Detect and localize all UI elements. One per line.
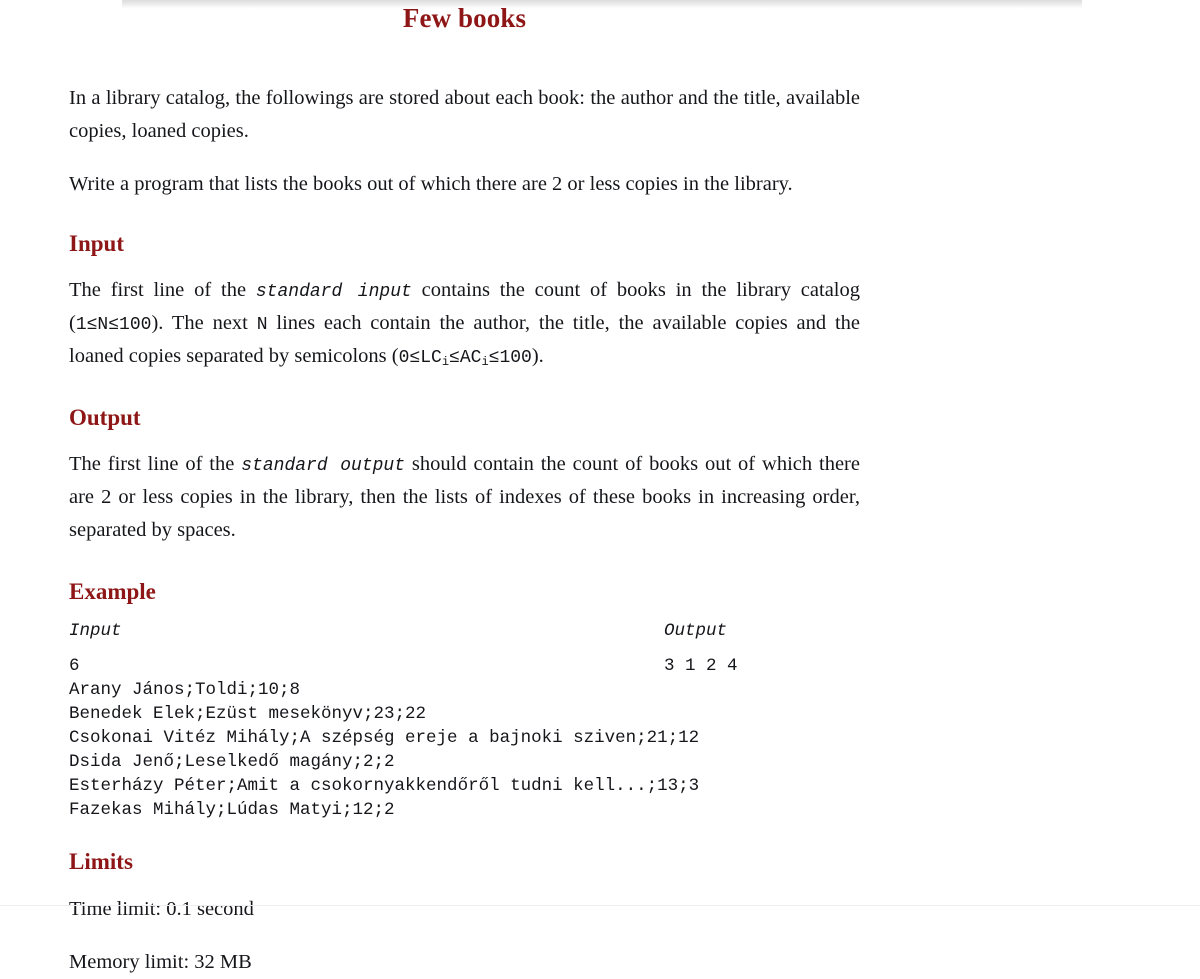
example-block: Input Output 6 Arany János;Toldi;10;8 Be…: [69, 620, 860, 823]
section-heading-output: Output: [69, 405, 141, 431]
constraint-post: ≤100: [488, 348, 532, 369]
code-n: N: [256, 314, 268, 335]
example-column-labels: Input Output: [69, 620, 860, 645]
input-text-1: The first line of the: [69, 278, 256, 301]
constraint-pre: 0≤LC: [398, 348, 442, 369]
task-paragraph: Write a program that lists the books out…: [69, 173, 793, 196]
document-content: Few books In a library catalog, the foll…: [69, 0, 860, 979]
code-copies-constraint: 0≤LCi≤ACi≤100: [398, 348, 532, 370]
section-heading-input: Input: [69, 231, 124, 257]
page-title: Few books: [402, 3, 527, 33]
input-text-5: ).: [531, 345, 544, 368]
time-limit: Time limit: 0.1 second: [69, 898, 254, 921]
input-description: The first line of the standard input con…: [69, 274, 860, 374]
section-heading-limits: Limits: [69, 848, 133, 874]
code-standard-input: standard input: [255, 281, 412, 302]
example-io: 6 Arany János;Toldi;10;8 Benedek Elek;Ez…: [69, 655, 860, 823]
output-text-1: The first line of the: [69, 452, 242, 475]
code-standard-output: standard output: [241, 455, 406, 476]
page-bottom-rule: [0, 905, 1200, 906]
example-output-label: Output: [664, 620, 728, 641]
section-heading-example: Example: [69, 579, 156, 605]
intro-paragraph: In a library catalog, the followings are…: [69, 86, 860, 142]
example-input-data: 6 Arany János;Toldi;10;8 Benedek Elek;Ez…: [69, 655, 700, 820]
output-description: The first line of the standard output sh…: [69, 448, 860, 548]
input-text-3: ). The next: [151, 311, 257, 334]
memory-limit: Memory limit: 32 MB: [69, 951, 252, 974]
constraint-mid: ≤AC: [449, 348, 482, 369]
example-input-label: Input: [69, 620, 122, 641]
example-output-data: 3 1 2 4: [664, 655, 738, 676]
code-n-range: 1≤N≤100: [75, 314, 152, 335]
page: Few books In a library catalog, the foll…: [0, 0, 1200, 973]
constraint-sub-1: i: [441, 355, 450, 370]
constraint-sub-2: i: [481, 355, 489, 370]
